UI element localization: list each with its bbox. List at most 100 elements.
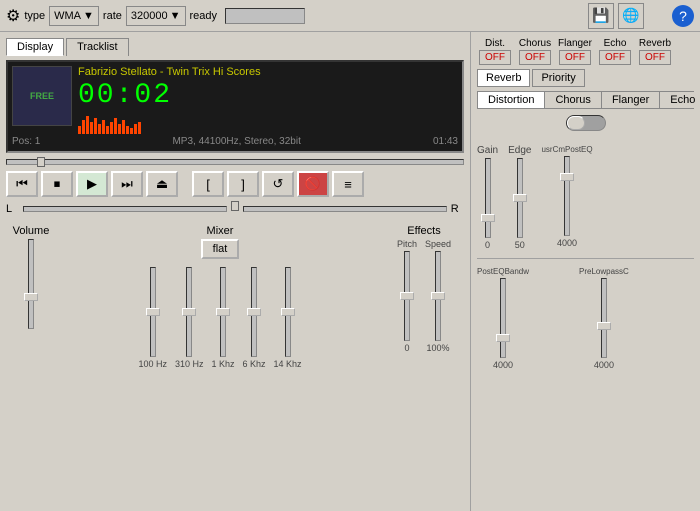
next-button[interactable]: ⏭ (111, 171, 143, 197)
dist-off-button[interactable]: OFF (479, 50, 511, 65)
post-thumb[interactable] (496, 334, 510, 342)
tab-priority[interactable]: Priority (532, 69, 584, 87)
player-info-row: Pos: 1 MP3, 44100Hz, Stereo, 32bit 01:43 (12, 136, 458, 147)
tab-echo[interactable]: Echo (660, 92, 700, 108)
format-info: MP3, 44100Hz, Stereo, 32bit (172, 136, 300, 147)
menu-icon: ≡ (344, 177, 352, 192)
save-button[interactable]: 💾 (588, 3, 614, 29)
mute-button[interactable]: 🚫 (297, 171, 329, 197)
mixer-thumb-5[interactable] (281, 308, 295, 316)
chorus-fx: Chorus OFF (517, 38, 553, 65)
pitch-thumb[interactable] (400, 292, 414, 300)
mixer-track-1[interactable] (150, 267, 156, 357)
pre-thumb[interactable] (597, 322, 611, 330)
mixer-track-2[interactable] (186, 267, 192, 357)
mute-icon: 🚫 (305, 176, 321, 192)
chorus-off-button[interactable]: OFF (519, 50, 551, 65)
speed-thumb[interactable] (431, 292, 445, 300)
dist-label: Dist. (477, 38, 513, 49)
pre-slider[interactable] (601, 278, 607, 358)
pitch-col: Pitch 0 (397, 239, 417, 353)
btn-a-icon: [ (206, 177, 210, 192)
btn-b-button[interactable]: ] (227, 171, 259, 197)
pan-bar-left[interactable] (23, 206, 227, 212)
controls-row: Volume Mixer flat (6, 225, 464, 505)
distortion-toggle[interactable] (566, 115, 606, 131)
seek-bar[interactable] (6, 159, 464, 165)
post-col: PostEQBandw 4000 (477, 267, 529, 370)
btn-a-button[interactable]: [ (192, 171, 224, 197)
time-display: 00:02 (78, 82, 458, 110)
pre-col: PreLowpassC 4000 (579, 267, 629, 370)
album-art-text: FREE (30, 91, 54, 101)
gain-slider[interactable] (485, 158, 491, 238)
usrcm-thumb[interactable] (560, 173, 574, 181)
play-button[interactable]: ▶ (76, 171, 108, 197)
gain-thumb[interactable] (481, 214, 495, 222)
mixer-thumb-2[interactable] (182, 308, 196, 316)
right-panel: Dist. OFF Chorus OFF Flanger OFF Echo OF… (470, 32, 700, 511)
mixer-track-5[interactable] (285, 267, 291, 357)
tab-tracklist[interactable]: Tracklist (66, 38, 129, 56)
settings-icon: ⚙ (6, 6, 20, 26)
spectrum-bar (118, 124, 121, 134)
ready-label: ready (190, 10, 218, 22)
mixer-band-4: 6 Khz (243, 267, 266, 369)
fx-onoff-row: Dist. OFF Chorus OFF Flanger OFF Echo OF… (477, 38, 694, 65)
pan-thumb[interactable] (231, 201, 239, 211)
spectrum-bar (138, 122, 141, 134)
eject-button[interactable]: ⏏ (146, 171, 178, 197)
echo-fx: Echo OFF (597, 38, 633, 65)
mixer-thumb-3[interactable] (216, 308, 230, 316)
speed-col: Speed 100% (425, 239, 451, 353)
echo-off-button[interactable]: OFF (599, 50, 631, 65)
tab-flanger[interactable]: Flanger (602, 92, 660, 108)
stop-icon: ⏹ (54, 176, 61, 192)
usrcm-slider[interactable] (564, 156, 570, 236)
prev-button[interactable]: ⏮ (6, 171, 38, 197)
mixer-faders: 100 Hz 310 Hz 1 Khz (138, 267, 301, 369)
seek-thumb[interactable] (37, 157, 45, 167)
edge-slider[interactable] (517, 158, 523, 238)
repeat-button[interactable]: ↺ (262, 171, 294, 197)
flanger-off-button[interactable]: OFF (559, 50, 591, 65)
pan-bar-right[interactable] (243, 206, 447, 212)
globe-button[interactable]: 🌐 (618, 3, 644, 29)
spectrum-bar (98, 124, 101, 134)
volume-track[interactable] (28, 239, 34, 329)
gain-val: 0 (485, 240, 490, 250)
post-label: PostEQBandw (477, 267, 529, 276)
rate-dropdown[interactable]: 320000 ▼ (126, 6, 186, 26)
eject-icon: ⏏ (156, 176, 168, 192)
mixer-thumb-4[interactable] (247, 308, 261, 316)
pitch-track[interactable] (404, 251, 410, 341)
mixer-thumb-1[interactable] (146, 308, 160, 316)
fx-tabs-row2: Distortion Chorus Flanger Echo (477, 91, 694, 109)
mixer-band-3: 1 Khz (212, 267, 235, 369)
help-button[interactable]: ? (672, 5, 694, 27)
tab-chorus[interactable]: Chorus (545, 92, 601, 108)
tab-display[interactable]: Display (6, 38, 64, 56)
tab-reverb[interactable]: Reverb (477, 69, 530, 87)
type-arrow-icon: ▼ (83, 10, 94, 22)
post-slider[interactable] (500, 278, 506, 358)
stop-button[interactable]: ⏹ (41, 171, 73, 197)
spacer (539, 267, 569, 370)
speed-track[interactable] (435, 251, 441, 341)
reverb-off-button[interactable]: OFF (639, 50, 671, 65)
type-dropdown[interactable]: WMA ▼ (49, 6, 99, 26)
album-art: FREE (12, 66, 72, 126)
edge-thumb[interactable] (513, 194, 527, 202)
mixer-track-4[interactable] (251, 267, 257, 357)
mixer-track-3[interactable] (220, 267, 226, 357)
repeat-icon: ↺ (273, 176, 284, 192)
toolbar: ⚙ type WMA ▼ rate 320000 ▼ ready 💾 🌐 ? (0, 0, 700, 32)
tab-distortion[interactable]: Distortion (478, 92, 545, 108)
mixer-band-2: 310 Hz (175, 267, 204, 369)
flat-button[interactable]: flat (201, 239, 240, 259)
type-value: WMA (54, 10, 81, 22)
volume-thumb[interactable] (24, 293, 38, 301)
usrcm-val: 4000 (557, 238, 577, 248)
menu-button[interactable]: ≡ (332, 171, 364, 197)
spectrum-bar (134, 124, 137, 134)
